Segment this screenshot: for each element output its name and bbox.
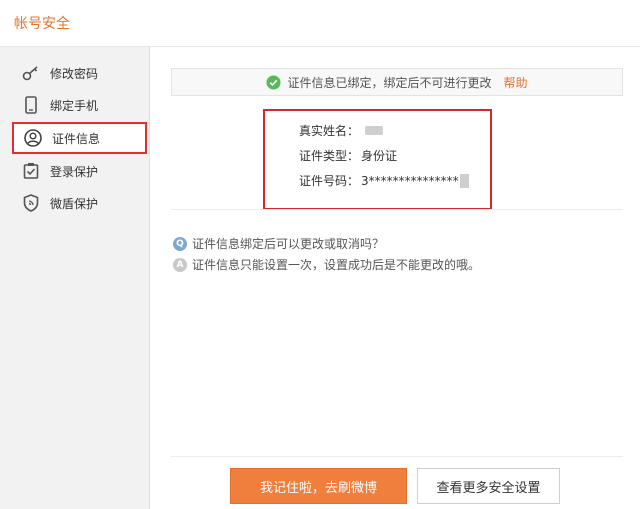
sidebar-item-login-protection[interactable]: 登录保护 xyxy=(12,155,147,187)
real-name-row: 真实姓名： xyxy=(299,122,384,139)
id-number-value: 3*************** xyxy=(361,173,459,188)
notice-text: 证件信息已绑定，绑定后不可进行更改 xyxy=(287,75,492,90)
divider xyxy=(171,456,623,457)
id-number-row: 证件号码： 3*************** xyxy=(299,172,469,189)
id-type-row: 证件类型： 身份证 xyxy=(299,147,397,164)
bound-notice: 证件信息已绑定，绑定后不可进行更改 帮助 xyxy=(171,68,623,96)
real-name-label: 真实姓名： xyxy=(299,124,360,138)
more-security-settings-button[interactable]: 查看更多安全设置 xyxy=(417,468,560,504)
sidebar-item-label: 登录保护 xyxy=(50,164,99,179)
sidebar-item-label: 微盾保护 xyxy=(50,196,99,211)
sidebar-item-weidun-protection[interactable]: 微盾保护 xyxy=(12,187,147,219)
faq-question-text: 证件信息绑定后可以更改或取消吗？ xyxy=(192,237,385,251)
question-badge: Q xyxy=(173,236,187,251)
id-info-box: 真实姓名： 证件类型： 身份证 证件号码： 3*************** xyxy=(263,109,492,210)
masked-number-tail xyxy=(459,173,469,188)
header: 帐号安全 xyxy=(0,0,640,47)
sidebar-item-label: 修改密码 xyxy=(50,66,99,81)
divider xyxy=(171,209,623,210)
id-number-label: 证件号码： xyxy=(299,174,360,188)
page-title: 帐号安全 xyxy=(14,16,70,32)
shield-icon xyxy=(20,192,42,214)
id-type-value: 身份证 xyxy=(361,149,398,163)
faq-question: Q 证件信息绑定后可以更改或取消吗？ xyxy=(173,235,384,252)
key-icon xyxy=(20,62,42,84)
help-link[interactable]: 帮助 xyxy=(504,74,528,91)
sidebar-item-label: 证件信息 xyxy=(52,131,101,146)
clipboard-check-icon xyxy=(20,160,42,182)
sidebar-item-id-info[interactable]: 证件信息 xyxy=(12,122,147,154)
masked-name xyxy=(365,126,384,135)
faq-answer-text: 证件信息只能设置一次，设置成功后是不能更改的哦。 xyxy=(192,258,481,272)
answer-badge: A xyxy=(173,257,187,272)
id-type-label: 证件类型： xyxy=(299,149,360,163)
sidebar: 修改密码 绑定手机 证件信息 登录保护 微盾保护 xyxy=(0,47,150,509)
faq-answer: A 证件信息只能设置一次，设置成功后是不能更改的哦。 xyxy=(173,256,480,273)
go-weibo-button[interactable]: 我记住啦，去刷微博 xyxy=(230,468,407,504)
check-circle-icon xyxy=(266,74,282,90)
sidebar-item-change-password[interactable]: 修改密码 xyxy=(12,57,147,89)
user-circle-icon xyxy=(22,127,44,149)
main-content: 证件信息已绑定，绑定后不可进行更改 帮助 真实姓名： 证件类型： 身份证 证件号… xyxy=(151,47,640,509)
sidebar-item-bind-phone[interactable]: 绑定手机 xyxy=(12,89,147,121)
phone-icon xyxy=(20,94,42,116)
sidebar-item-label: 绑定手机 xyxy=(50,98,99,113)
